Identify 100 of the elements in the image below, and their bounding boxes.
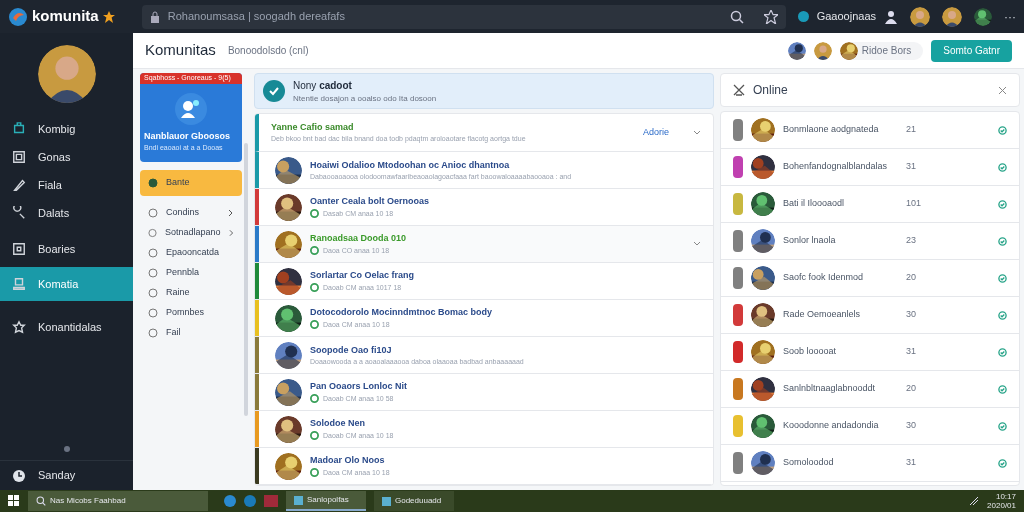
thread-title: Oanter Ceala bolt Oernooas — [310, 195, 431, 208]
menu-item[interactable]: Pennbla — [140, 264, 242, 282]
search-bar[interactable]: Rohanoumsasa | soogadh dereafafs — [141, 4, 786, 29]
notice-text: Ntentie dosajon a ooalso odo Ita dosoon — [293, 92, 437, 105]
menu-item[interactable]: Epaooncatda — [140, 244, 242, 262]
clock-icon — [12, 468, 26, 483]
member-name: Sonlor lnaola — [783, 234, 837, 248]
promo-title: Nanblauor Gboosos — [143, 129, 231, 143]
sidebar-item[interactable]: Konantidalas — [0, 313, 133, 341]
page-subtitle: Bonoodolsdo (cnl) — [227, 44, 309, 58]
nav-icon — [12, 150, 26, 164]
chevron-right-icon — [228, 209, 234, 217]
member-count: 31 — [906, 345, 916, 359]
thread-title: Sorlartar Co Oelac frang — [310, 269, 416, 282]
member-name: Somoloodod — [783, 456, 835, 470]
sidebar-item[interactable]: Gonas — [0, 143, 133, 171]
member-count: 21 — [906, 123, 916, 137]
nav-icon — [12, 320, 26, 334]
member-name: Bati il Iloooaodl — [783, 197, 846, 211]
person-icon[interactable] — [884, 9, 898, 24]
clock-date: 2020/01 — [987, 501, 1016, 510]
star-icon — [102, 10, 115, 23]
check-circle-icon — [998, 162, 1007, 172]
member-name: Kooodonne andadondia — [783, 419, 880, 433]
feed-title: Yanne Cafio samad — [271, 120, 355, 134]
member-row[interactable]: Soob looooat 31 — [721, 334, 1019, 371]
nav-icon — [12, 122, 26, 136]
nav-icon — [12, 206, 26, 220]
member-count: 30 — [906, 419, 916, 433]
network-icon — [969, 496, 980, 506]
sidebar-item[interactable]: Fiala — [0, 171, 133, 199]
scrollbar[interactable] — [244, 143, 248, 416]
window-icon — [382, 496, 391, 506]
sidebar-item[interactable]: Dalats — [0, 199, 133, 227]
browser-icon[interactable] — [224, 495, 236, 507]
page-title: Komunitas — [145, 40, 216, 61]
check-circle-icon — [998, 310, 1007, 320]
chevron-down-icon[interactable] — [693, 241, 701, 247]
chevron-down-icon[interactable] — [693, 129, 701, 136]
logo-icon — [8, 6, 28, 27]
thread-title: Soopode Oao fi10J — [310, 343, 393, 357]
check-icon — [263, 80, 285, 102]
member-row[interactable]: Somoloodod 31 — [721, 445, 1019, 482]
thread-title: Pan Ooaors Lonloc Nit — [310, 380, 408, 393]
member-row[interactable]: Sonlor lnaola 23 — [721, 223, 1019, 260]
taskbar-search[interactable]: Nas Micobs Faahbad — [28, 491, 208, 511]
check-circle-icon — [998, 347, 1007, 357]
member-row[interactable]: Bonmlaone aodgnateda 21 — [721, 112, 1019, 149]
member-row[interactable]: Bati il Iloooaodl 101 — [721, 186, 1019, 223]
search-icon[interactable] — [729, 9, 744, 24]
circle-icon — [148, 268, 158, 278]
check-circle-icon — [998, 458, 1007, 468]
search-field[interactable]: Rohanoumsasa | soogadh dereafafs — [167, 8, 722, 25]
check-circle-icon — [998, 273, 1007, 283]
nav-icon — [12, 277, 26, 291]
browser-icon[interactable] — [244, 495, 256, 507]
search-icon — [36, 496, 46, 506]
menu-item[interactable]: Fail — [140, 324, 242, 342]
member-row[interactable]: Kooodonne andadondia 30 — [721, 408, 1019, 445]
member-row[interactable]: Rade Oemoeanlels 30 — [721, 297, 1019, 334]
windows-icon[interactable] — [8, 495, 20, 507]
circle-icon — [148, 308, 158, 318]
member-name: Bohenfandognalblandalas — [783, 160, 889, 174]
sidebar-item[interactable]: Kombig — [0, 115, 133, 143]
lock-icon — [149, 10, 160, 23]
member-row[interactable]: Saofc fook Idenmod 20 — [721, 260, 1019, 297]
member-count: 101 — [906, 197, 922, 211]
taskbar-app[interactable]: Sanlopolfas — [286, 491, 366, 511]
feed-link[interactable]: Adorie — [643, 125, 669, 140]
menu-item[interactable]: Raine — [140, 284, 242, 302]
window-icon — [294, 495, 303, 505]
member-row[interactable]: Bohenfandognalblandalas 31 — [721, 149, 1019, 186]
circle-icon — [148, 328, 158, 338]
check-circle-icon — [998, 384, 1007, 394]
chevron-right-icon — [228, 229, 234, 237]
sidebar-item[interactable]: Boaries — [0, 235, 133, 263]
member-count: 31 — [906, 160, 916, 174]
thread-title: Dotocodorolo Mocinndmtnoc Bomac body — [310, 306, 493, 319]
check-circle-icon — [998, 125, 1007, 135]
close-icon[interactable] — [998, 85, 1007, 95]
member-row[interactable]: Sanlnbltnaaglabnooddt 20 — [721, 371, 1019, 408]
taskbar-app[interactable]: Godeduuadd — [374, 491, 454, 511]
circle-icon — [148, 208, 158, 218]
menu-item[interactable]: Sotnadlapano — [140, 224, 242, 242]
menu-item[interactable]: Pomnbes — [140, 304, 242, 322]
status-label: Gaaoojnaas — [816, 9, 876, 25]
menu-item[interactable]: Bante — [140, 169, 242, 196]
check-circle-icon — [998, 199, 1007, 209]
member-name: Bonmlaone aodgnateda — [783, 123, 880, 137]
online-title: Online — [753, 82, 788, 99]
member-name: Soob looooat — [783, 345, 838, 359]
member-count: 20 — [906, 271, 916, 285]
thread-title: Madoar Olo Noos — [310, 454, 386, 467]
star-icon[interactable] — [763, 9, 778, 24]
member-count: 30 — [906, 308, 916, 322]
more-button[interactable]: ··· — [1004, 7, 1016, 26]
members-chip[interactable]: Ridoe Bors — [839, 41, 924, 60]
menu-item[interactable]: Condins — [140, 204, 242, 222]
clock-time: 10:17 — [995, 492, 1016, 501]
thread-title: Hoaiwi Odalioo Mtodoohan oc Anioc dhantnoa — [310, 158, 511, 172]
